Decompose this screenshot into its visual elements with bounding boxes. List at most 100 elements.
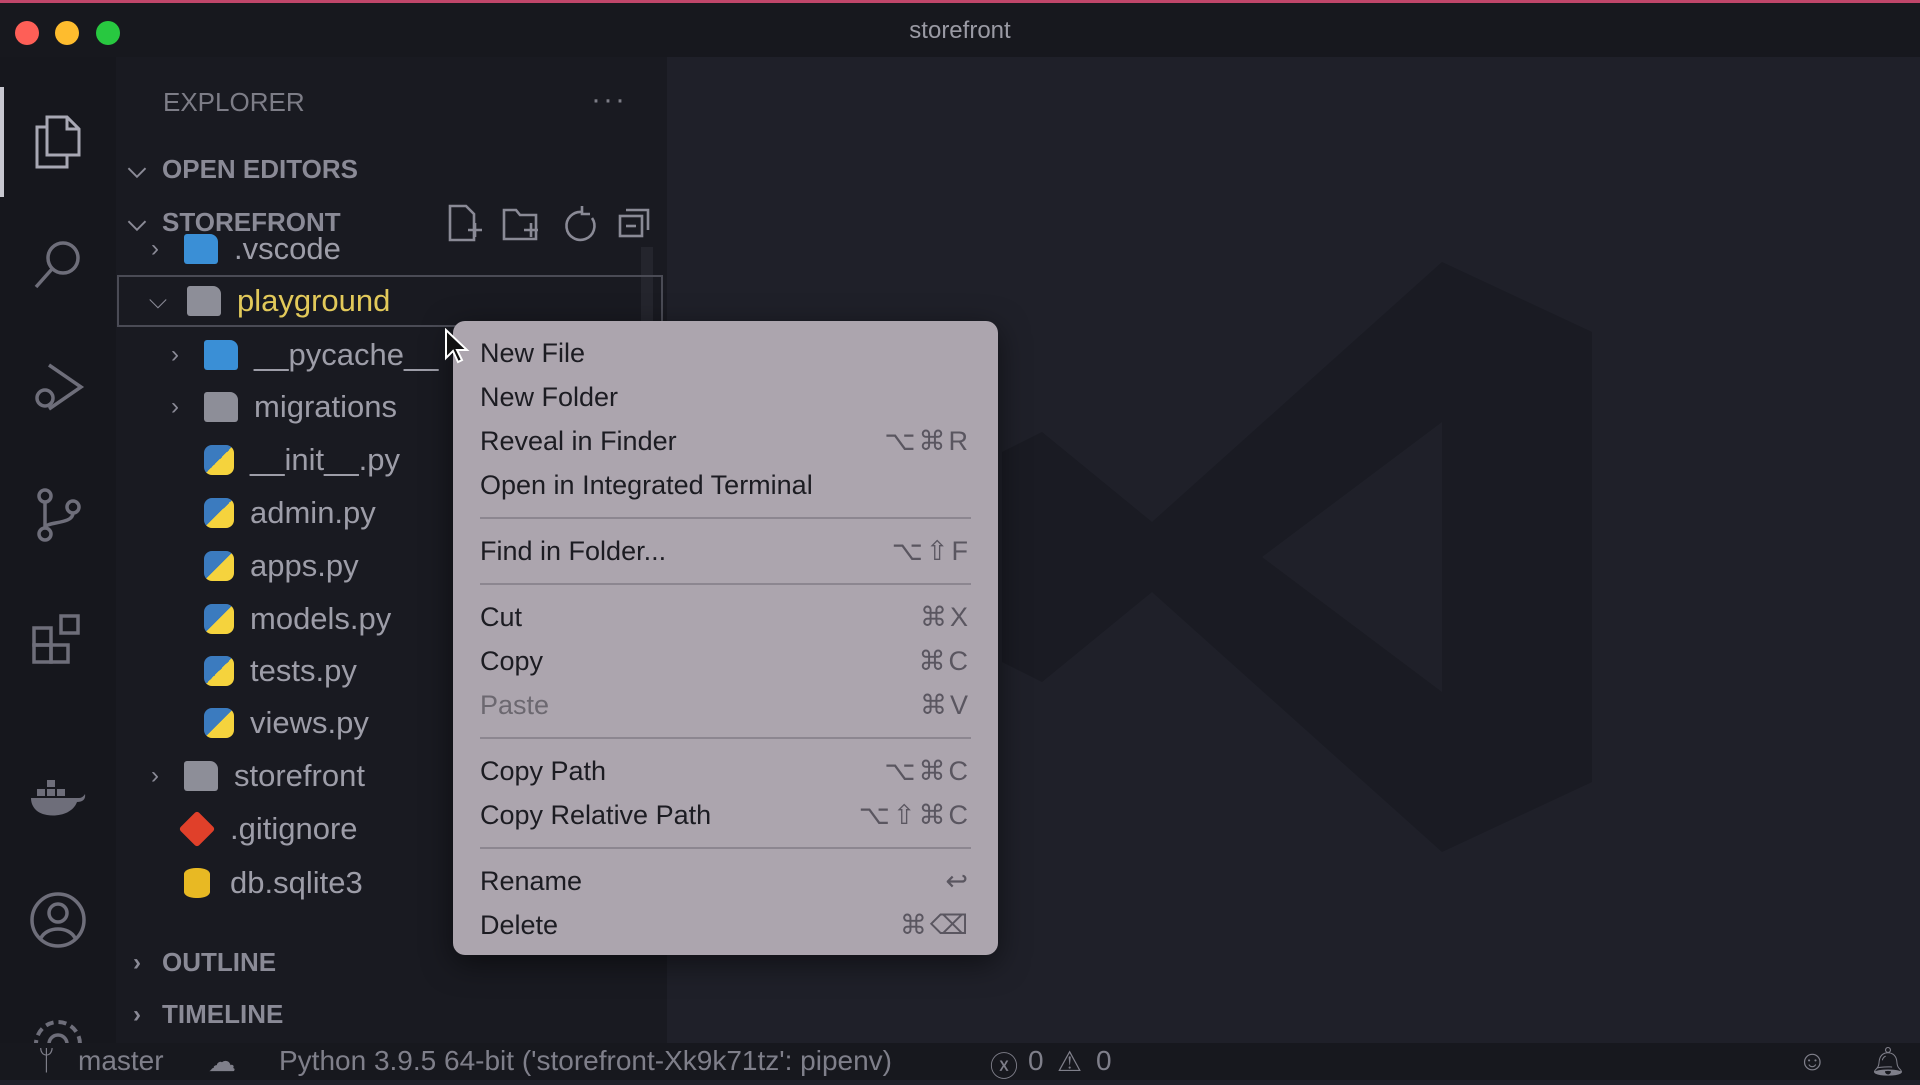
timeline-label: TIMELINE: [162, 999, 284, 1029]
menu-item-label: Open in Integrated Terminal: [480, 469, 813, 500]
python-icon: [204, 708, 234, 738]
menu-item-label: Rename: [480, 865, 583, 896]
more-actions-button[interactable]: ···: [591, 83, 627, 117]
docker-icon[interactable]: [28, 767, 88, 827]
tree-item[interactable]: ⌵ playground: [117, 275, 663, 327]
status-bar: ᛘ master ☁ Python 3.9.5 64-bit ('storefr…: [0, 1043, 1920, 1082]
explorer-title: EXPLORER: [163, 87, 305, 117]
context-menu: New File New Folder Reveal in Finder ⌥⌘R Ope…: [453, 321, 998, 955]
python-icon: [204, 498, 234, 528]
tree-item-label: .vscode: [234, 231, 341, 266]
chevron-right-icon: ›: [133, 1000, 141, 1028]
folder-icon: [184, 234, 218, 264]
mouse-cursor-icon: [445, 328, 470, 364]
vscode-watermark-logo: [1002, 262, 1592, 852]
python-icon: [204, 445, 234, 475]
python-icon: [204, 551, 234, 581]
menu-item-label: Reveal in Finder: [480, 425, 677, 456]
errors-icon[interactable]: ⓧ: [990, 1045, 1018, 1085]
menu-item-label: Paste: [480, 689, 550, 720]
errors-count[interactable]: 0: [1028, 1045, 1044, 1077]
menu-item-label: Find in Folder...: [480, 535, 667, 566]
tree-item-label: apps.py: [250, 548, 359, 583]
tree-item-label: storefront: [234, 758, 365, 793]
menu-item-new-file[interactable]: New File: [480, 333, 971, 373]
menu-item-label: Copy: [480, 645, 544, 676]
chevron-right-icon: ›: [151, 762, 159, 789]
menu-item-new-folder[interactable]: New Folder: [480, 377, 971, 417]
menu-item-label: Delete: [480, 909, 559, 940]
tree-item-label: playground: [237, 283, 391, 318]
explorer-files-icon[interactable]: [28, 112, 88, 172]
active-indicator: [0, 87, 4, 197]
tree-item-label: migrations: [254, 389, 397, 424]
menu-item-copy[interactable]: Copy ⌘C: [480, 641, 971, 681]
tree-item[interactable]: › .vscode: [116, 223, 651, 275]
window-title: storefront: [909, 17, 1011, 44]
menu-item-copy-relative-path[interactable]: Copy Relative Path ⌥⇧⌘C: [480, 795, 971, 835]
menu-separator: [480, 517, 971, 519]
menu-item-cut[interactable]: Cut ⌘X: [480, 597, 971, 637]
menu-item-shortcut: ⌘V: [919, 689, 971, 720]
outline-label: OUTLINE: [162, 947, 277, 977]
folder-icon: [204, 392, 238, 422]
menu-item-shortcut: ⌥⌘C: [884, 755, 971, 786]
open-editors-section[interactable]: ⌵ OPEN EDITORS: [126, 154, 358, 185]
git-icon: [178, 810, 216, 848]
menu-item-shortcut: ⌥⌘R: [884, 425, 971, 456]
menu-item-find-in-folder[interactable]: Find in Folder... ⌥⇧F: [480, 531, 971, 571]
menu-item-reveal-in-finder[interactable]: Reveal in Finder ⌥⌘R: [480, 421, 971, 461]
menu-item-shortcut: ⌘X: [919, 601, 971, 632]
menu-item-label: Copy Path: [480, 755, 607, 786]
menu-item-label: Copy Relative Path: [480, 799, 712, 830]
open-editors-label: OPEN EDITORS: [162, 154, 359, 184]
chevron-right-icon: ›: [171, 393, 179, 420]
menu-item-shortcut: ⌘⌫: [899, 909, 971, 940]
tree-item-label: __pycache__: [254, 337, 439, 372]
python-icon: [204, 656, 234, 686]
folder-icon: [204, 340, 238, 370]
tree-item-label: admin.py: [250, 495, 376, 530]
tree-item-label: .gitignore: [230, 811, 358, 846]
timeline-section[interactable]: › TIMELINE: [126, 999, 283, 1030]
menu-item-shortcut: ⌥⇧F: [891, 535, 971, 566]
menu-item-label: New Folder: [480, 381, 619, 412]
chevron-right-icon: ›: [151, 235, 159, 262]
menu-item-delete[interactable]: Delete ⌘⌫: [480, 905, 971, 945]
chevron-down-icon: ⌵: [127, 155, 147, 183]
menu-item-rename[interactable]: Rename ↩: [480, 861, 971, 901]
menu-separator: [480, 847, 971, 849]
menu-item-label: Cut: [480, 601, 523, 632]
tree-item-label: db.sqlite3: [230, 865, 363, 900]
python-interpreter[interactable]: Python 3.9.5 64-bit ('storefront-Xk9k71t…: [279, 1045, 892, 1077]
menu-item-copy-path[interactable]: Copy Path ⌥⌘C: [480, 751, 971, 791]
feedback-icon[interactable]: ☺: [1798, 1045, 1827, 1077]
tree-item-label: tests.py: [250, 653, 357, 688]
branch-icon: ᛘ: [38, 1045, 55, 1076]
chevron-right-icon: ›: [171, 341, 179, 368]
menu-item-shortcut: ↩: [945, 865, 971, 896]
menu-item-shortcut: ⌥⇧⌘C: [858, 799, 971, 830]
run-debug-icon[interactable]: [28, 357, 88, 417]
activity-bar: [0, 57, 116, 1068]
chevron-down-icon: ⌵: [148, 287, 168, 314]
menu-item-shortcut: ⌘C: [918, 645, 971, 676]
search-icon[interactable]: [28, 235, 88, 295]
tree-item-label: views.py: [250, 705, 369, 740]
chevron-right-icon: ›: [133, 948, 141, 976]
sync-cloud-icon[interactable]: ☁: [208, 1045, 236, 1078]
menu-item-label: New File: [480, 337, 586, 368]
warnings-count[interactable]: 0: [1096, 1045, 1112, 1077]
notifications-bell-icon[interactable]: 🔔︎: [1870, 1045, 1906, 1078]
menu-separator: [480, 583, 971, 585]
tree-item-label: models.py: [250, 601, 392, 636]
git-branch[interactable]: master: [78, 1045, 164, 1077]
outline-section[interactable]: › OUTLINE: [126, 947, 276, 978]
source-control-icon[interactable]: [28, 485, 88, 545]
menu-item-open-in-integrated-terminal[interactable]: Open in Integrated Terminal: [480, 465, 971, 505]
warnings-icon[interactable]: ⚠: [1057, 1045, 1082, 1078]
python-icon: [204, 604, 234, 634]
title-bar: storefront: [0, 0, 1920, 57]
extensions-icon[interactable]: [28, 610, 88, 670]
account-icon[interactable]: [28, 890, 88, 950]
